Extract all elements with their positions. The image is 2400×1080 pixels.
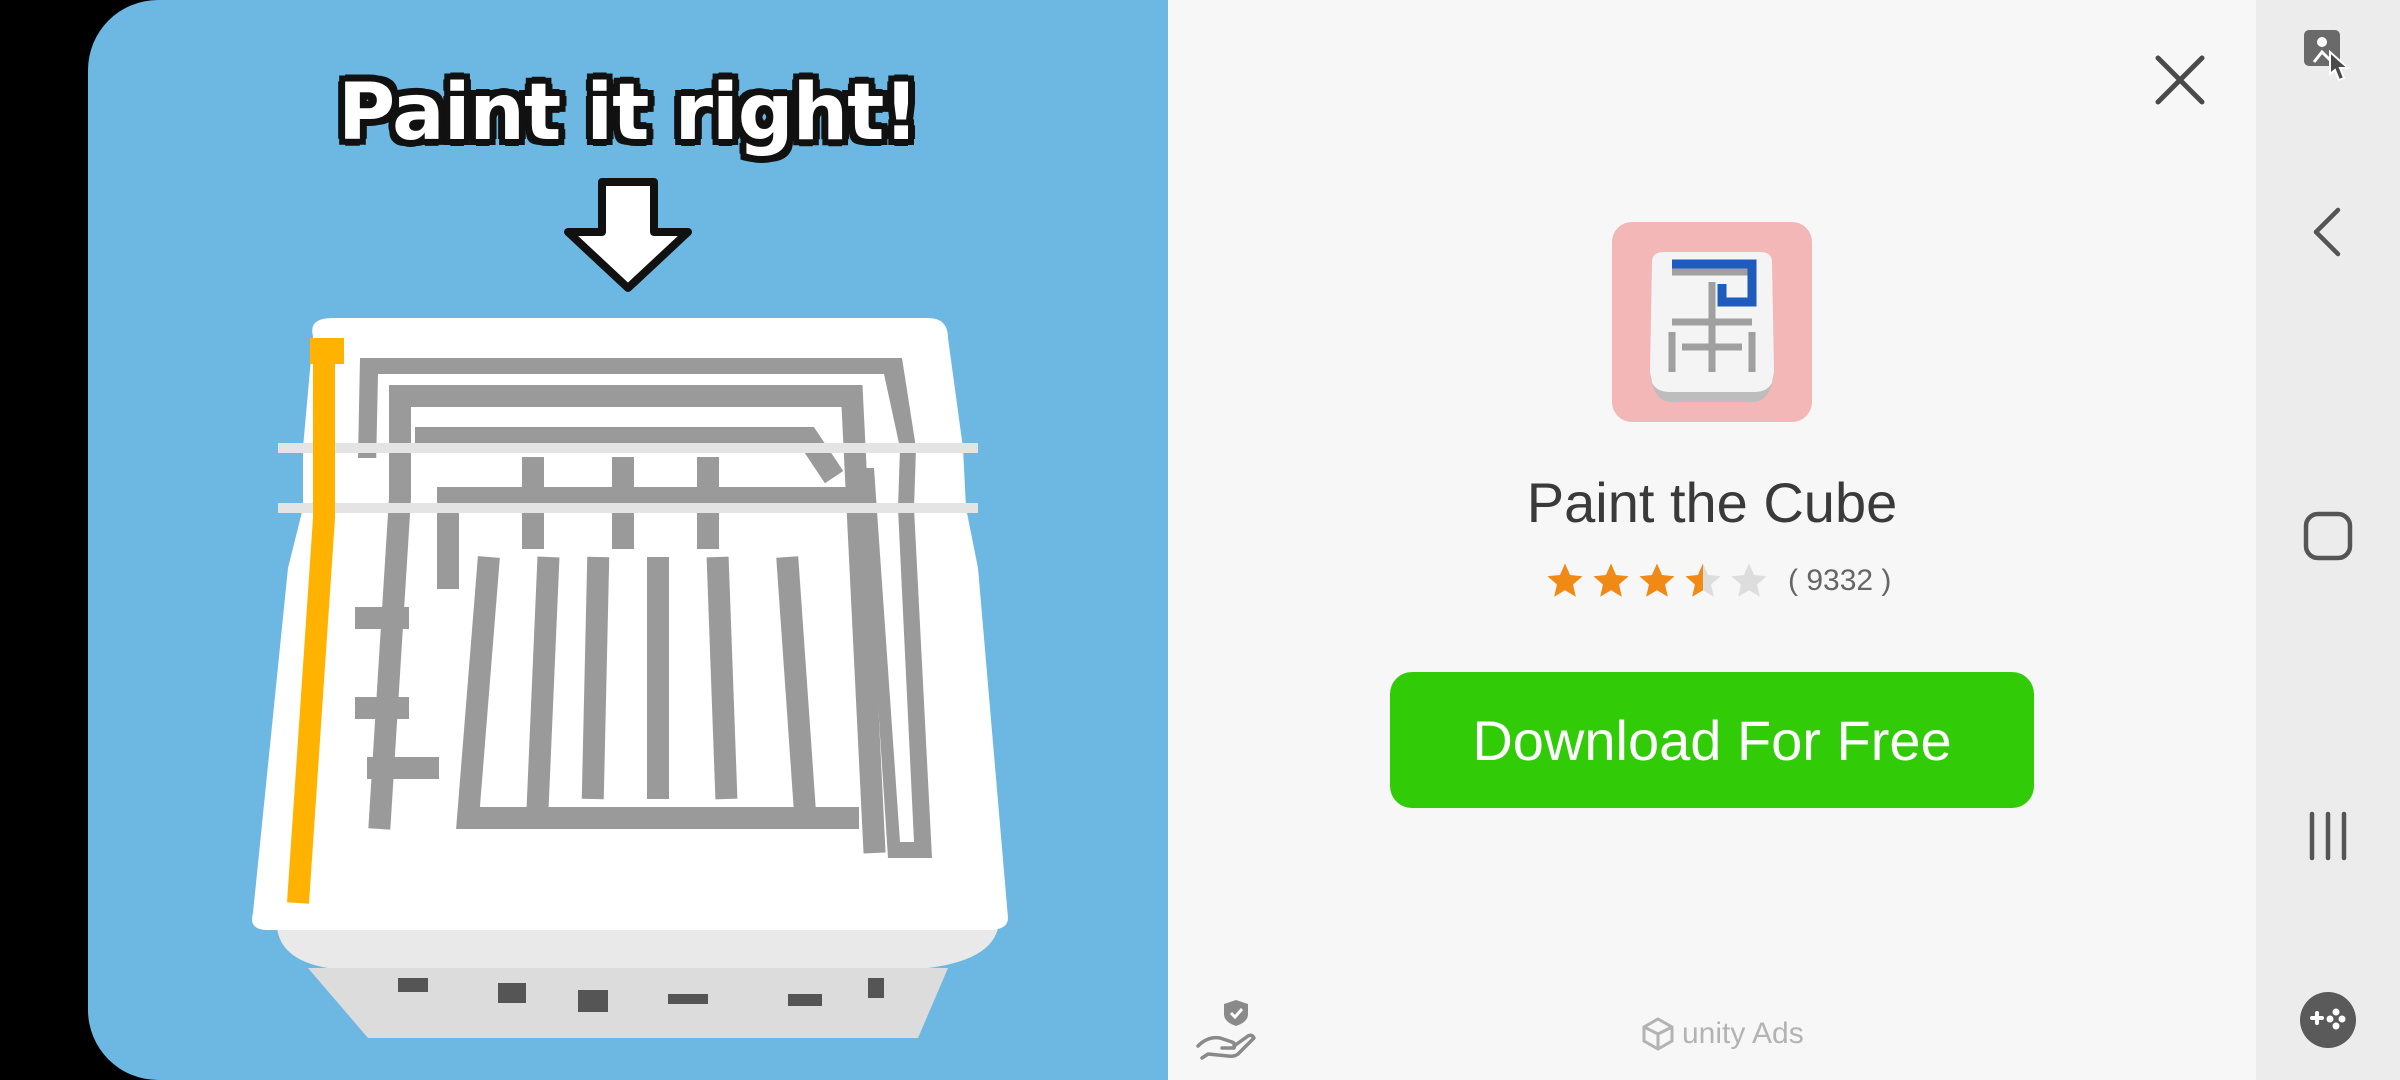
privacy-hand-shield-icon <box>1196 1000 1256 1060</box>
app-icon[interactable] <box>1612 222 1812 422</box>
star-filled-icon <box>1593 563 1629 597</box>
privacy-button[interactable] <box>1194 996 1258 1060</box>
download-button[interactable]: Download For Free <box>1390 672 2034 808</box>
star-empty-icon <box>1731 563 1767 597</box>
maze-cube-illustration <box>252 318 1008 1038</box>
ad-creative[interactable]: Paint it right! <box>88 0 1168 1080</box>
home-button[interactable] <box>2298 506 2358 566</box>
rating-count: ( 9332 ) <box>1788 564 1892 597</box>
creative-headline: Paint it right! <box>337 68 919 158</box>
screen-touch-button[interactable] <box>2298 26 2358 86</box>
app-title: Paint the Cube <box>1526 471 1898 534</box>
recents-icon <box>2309 811 2347 861</box>
game-tools-button[interactable] <box>2298 990 2358 1050</box>
screen-touch-icon <box>2304 30 2351 82</box>
unity-logo-icon <box>1642 1017 1674 1051</box>
game-tools-icon <box>2300 992 2356 1048</box>
system-nav-bar <box>2256 0 2400 1080</box>
star-half-icon <box>1685 563 1721 597</box>
star-filled-icon <box>1639 563 1675 597</box>
back-icon <box>2313 207 2341 257</box>
unity-ads-label: unity Ads <box>1682 1017 1804 1050</box>
close-button[interactable] <box>2150 50 2210 110</box>
star-rating: ( 9332 ) <box>1544 560 1891 602</box>
unity-ads-logo: unity Ads <box>1640 1016 1804 1052</box>
ad-info-panel: Paint the Cube ( 9332 ) Download For Fre… <box>1168 0 2256 1080</box>
down-arrow-icon <box>564 178 692 292</box>
recents-button[interactable] <box>2298 806 2358 866</box>
back-button[interactable] <box>2298 202 2358 262</box>
close-icon <box>2155 55 2205 105</box>
home-icon <box>2303 511 2353 561</box>
star-filled-icon <box>1547 563 1583 597</box>
